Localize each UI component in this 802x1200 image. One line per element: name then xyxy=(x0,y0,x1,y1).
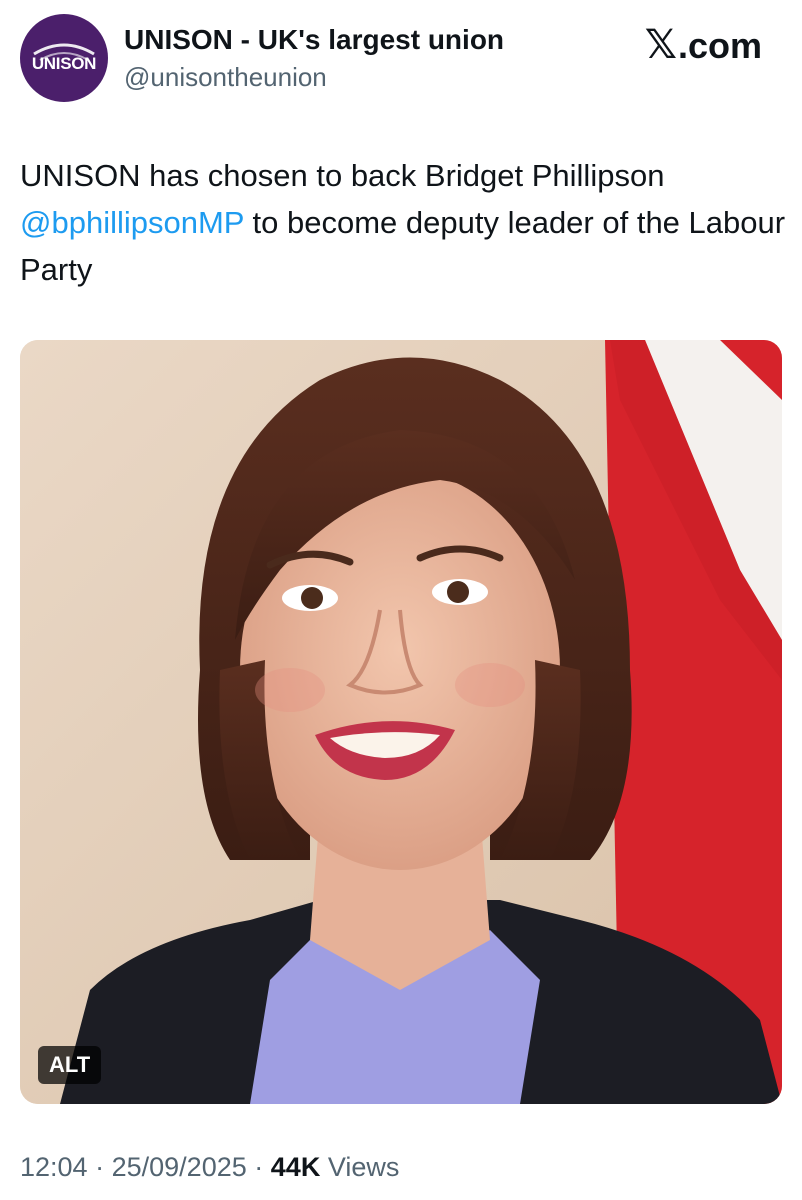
post-date[interactable]: 25/09/2025 xyxy=(112,1152,247,1182)
mention-link[interactable]: @bphillipsonMP xyxy=(20,205,244,240)
alt-text-button[interactable]: ALT xyxy=(38,1046,102,1084)
avatar-logo-text: UNISON xyxy=(31,54,97,73)
views-label: Views xyxy=(327,1152,400,1182)
post-meta: 12:04 · 25/09/2025 · 44K Views xyxy=(20,1152,399,1183)
x-com-logo: 𝕏 .com xyxy=(645,22,762,68)
x-logo-icon: 𝕏 xyxy=(644,22,677,68)
post-image[interactable]: ALT xyxy=(20,340,782,1104)
meta-separator: · xyxy=(254,1152,264,1182)
author-display-name[interactable]: UNISON - UK's largest union xyxy=(124,24,504,56)
post-text: UNISON has chosen to back Bridget Philli… xyxy=(20,152,790,293)
post-time[interactable]: 12:04 xyxy=(20,1152,88,1182)
post-card: UNISON UNISON - UK's largest union @unis… xyxy=(0,0,802,1200)
x-com-suffix: .com xyxy=(677,25,762,66)
avatar[interactable]: UNISON xyxy=(20,14,108,102)
author-handle[interactable]: @unisontheunion xyxy=(124,62,327,93)
post-text-before: UNISON has chosen to back Bridget Philli… xyxy=(20,158,665,193)
portrait-photo xyxy=(20,340,782,1104)
views-count[interactable]: 44K xyxy=(271,1152,321,1182)
meta-separator: · xyxy=(95,1152,105,1182)
